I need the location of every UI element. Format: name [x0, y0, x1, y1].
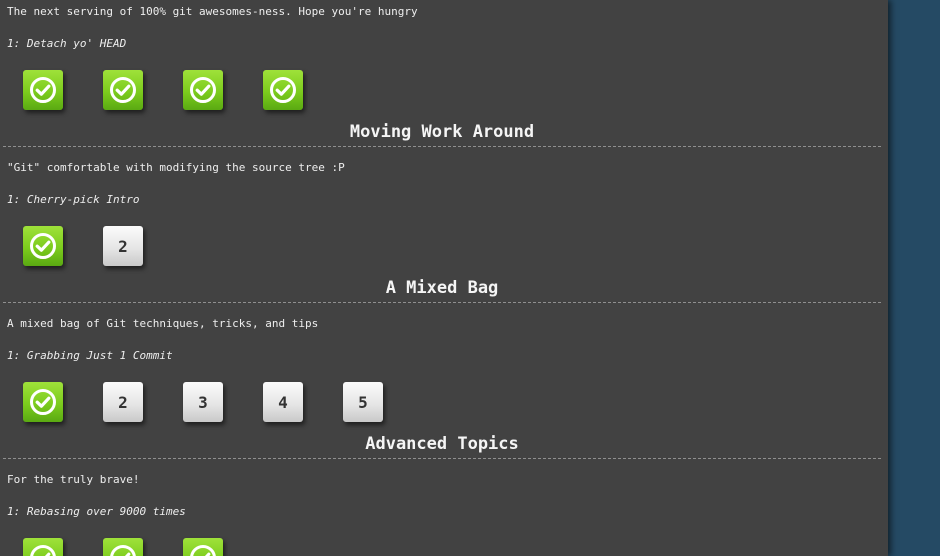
- section-description: "Git" comfortable with modifying the sou…: [7, 161, 345, 174]
- section-divider: [3, 458, 881, 459]
- level-3-button[interactable]: 3: [183, 382, 223, 422]
- section-description: A mixed bag of Git techniques, tricks, a…: [7, 317, 319, 330]
- section-divider: [3, 146, 881, 147]
- checkmark-icon: [189, 76, 217, 104]
- current-level-name: 1: Grabbing Just 1 Commit: [7, 349, 173, 362]
- page-background: [888, 0, 940, 556]
- level-number: 2: [118, 392, 128, 412]
- checkmark-icon: [29, 388, 57, 416]
- checkmark-icon: [29, 76, 57, 104]
- level-2-button[interactable]: [103, 70, 143, 110]
- level-3-button[interactable]: [183, 70, 223, 110]
- level-number: 2: [118, 236, 128, 256]
- checkmark-icon: [29, 232, 57, 260]
- level-1-button[interactable]: [23, 70, 63, 110]
- level-4-button[interactable]: 4: [263, 382, 303, 422]
- level-2-button[interactable]: 2: [103, 382, 143, 422]
- checkmark-icon: [189, 544, 217, 556]
- level-1-button[interactable]: [23, 226, 63, 266]
- checkmark-icon: [269, 76, 297, 104]
- section-heading: Moving Work Around: [349, 122, 535, 142]
- section-description: For the truly brave!: [7, 473, 140, 486]
- level-3-button[interactable]: [183, 538, 223, 556]
- section-divider: [3, 302, 881, 303]
- level-2-button[interactable]: [103, 538, 143, 556]
- current-level-name: 1: Cherry-pick Intro: [7, 193, 140, 206]
- current-level-name: 1: Rebasing over 9000 times: [7, 505, 186, 518]
- current-level-name: 1: Detach yo' HEAD: [7, 37, 127, 50]
- level-number: 4: [278, 392, 288, 412]
- level-1-button[interactable]: [23, 382, 63, 422]
- level-2-button[interactable]: 2: [103, 226, 143, 266]
- checkmark-icon: [109, 76, 137, 104]
- checkmark-icon: [29, 544, 57, 556]
- checkmark-icon: [109, 544, 137, 556]
- section-heading: A Mixed Bag: [385, 278, 499, 298]
- level-4-button[interactable]: [263, 70, 303, 110]
- level-1-button[interactable]: [23, 538, 63, 556]
- level-select-panel: The next serving of 100% git awesomes-ne…: [0, 0, 888, 556]
- level-5-button[interactable]: 5: [343, 382, 383, 422]
- level-number: 3: [198, 392, 208, 412]
- section-description: The next serving of 100% git awesomes-ne…: [7, 5, 418, 18]
- level-number: 5: [358, 392, 368, 412]
- section-heading: Advanced Topics: [365, 434, 519, 454]
